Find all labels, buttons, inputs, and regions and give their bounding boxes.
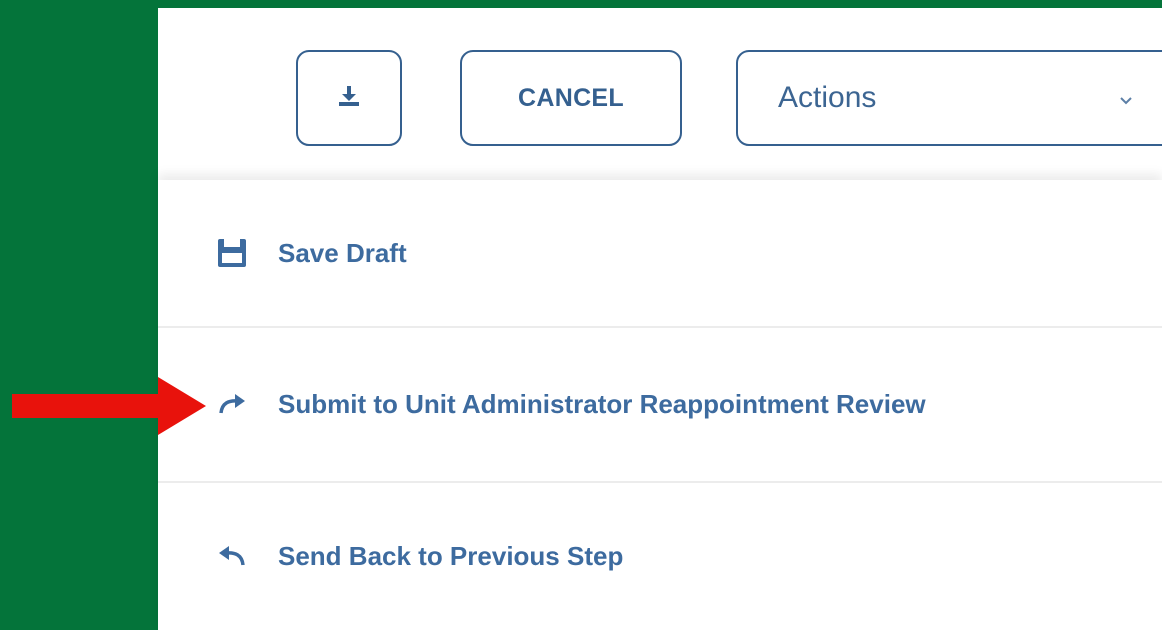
menu-item-label: Submit to Unit Administrator Reappointme… [278, 388, 926, 419]
redo-arrow-icon [214, 386, 250, 422]
menu-item-send-back[interactable]: Send Back to Previous Step [158, 482, 1162, 630]
download-icon [337, 85, 361, 112]
undo-arrow-icon [214, 538, 250, 574]
menu-item-submit-review[interactable]: Submit to Unit Administrator Reappointme… [158, 327, 1162, 481]
actions-dropdown-label: Actions [778, 81, 877, 114]
actions-dropdown[interactable]: Actions [736, 50, 1162, 146]
cancel-button-label: CANCEL [518, 83, 624, 112]
workflow-panel: CANCEL Actions Save Draft Submit to Unit… [158, 8, 1162, 630]
save-icon [214, 235, 250, 271]
cancel-button[interactable]: CANCEL [460, 50, 682, 146]
action-toolbar: CANCEL Actions [158, 8, 1162, 178]
menu-item-label: Send Back to Previous Step [278, 540, 624, 571]
menu-item-label: Save Draft [278, 237, 407, 268]
red-pointer-arrow-icon [0, 376, 206, 436]
chevron-down-icon [1118, 82, 1134, 105]
menu-item-save-draft[interactable]: Save Draft [158, 180, 1162, 326]
download-button[interactable] [296, 50, 402, 146]
actions-menu: Save Draft Submit to Unit Administrator … [158, 180, 1162, 630]
